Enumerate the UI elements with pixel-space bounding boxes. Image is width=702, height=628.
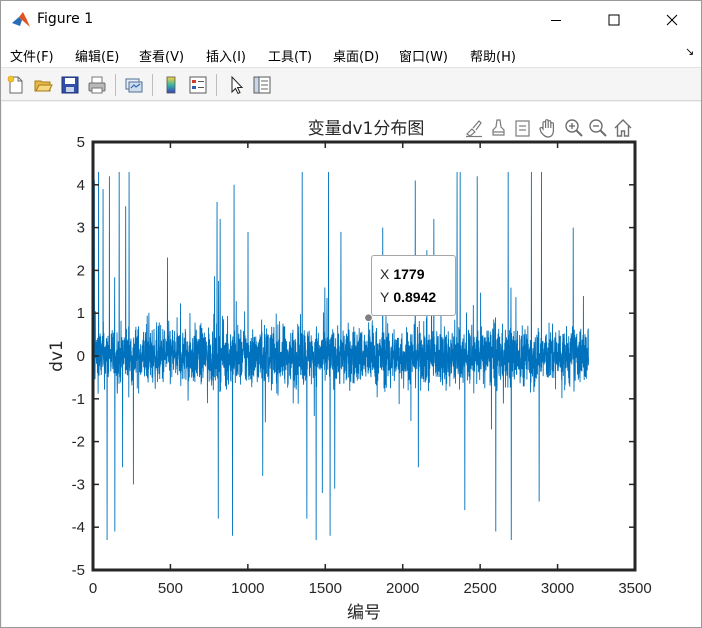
insert-colorbar-button[interactable]: [160, 74, 182, 96]
datatip-y-row: Y 0.8942: [380, 286, 455, 309]
menu-insert[interactable]: 插入(I): [206, 46, 246, 65]
axes-toolbar: [462, 116, 638, 140]
close-button[interactable]: [643, 1, 701, 39]
minimize-button[interactable]: [527, 1, 585, 39]
y-tick-label: -2: [72, 434, 85, 451]
menu-window[interactable]: 窗口(W): [399, 46, 448, 65]
toolbar-separator: [115, 74, 116, 96]
x-tick-label: 1500: [309, 580, 342, 597]
x-tick-label: 2500: [463, 580, 496, 597]
zoom-in-button[interactable]: [562, 116, 586, 140]
print-button[interactable]: [86, 74, 108, 96]
toolbar-separator: [216, 74, 217, 96]
y-tick-label: 2: [77, 262, 85, 279]
data-tips-button[interactable]: [486, 116, 510, 140]
x-axis-label: 编号: [347, 603, 381, 623]
menu-view[interactable]: 查看(V): [139, 46, 184, 65]
menu-help[interactable]: 帮助(H): [470, 46, 516, 65]
y-tick-label: -4: [72, 519, 85, 536]
y-tick-label: -5: [72, 562, 85, 579]
rotate-icon: [515, 120, 530, 137]
pan-icon: [539, 119, 554, 138]
link-plot-icon: [125, 78, 143, 93]
datatip-y-label: Y: [380, 289, 390, 305]
edit-plot-button[interactable]: [225, 74, 247, 96]
maximize-icon: [608, 14, 620, 26]
close-icon: [666, 14, 678, 26]
maximize-button[interactable]: [585, 1, 643, 39]
minimize-icon: [551, 20, 561, 21]
menu-overflow-arrow[interactable]: ↘: [685, 45, 694, 58]
plot-svg: 0 500 1000 1500 2000 2500 3000 3500 -5 -4 -3 -2 -1 0 1…: [47, 119, 652, 623]
open-file-button[interactable]: [32, 74, 54, 96]
datatip-y-value: 0.8942: [393, 289, 437, 305]
zoom-in-icon: [565, 119, 583, 137]
y-tick-label: 5: [77, 134, 85, 151]
menu-desktop[interactable]: 桌面(D): [333, 46, 379, 65]
x-tick-label: 3000: [541, 580, 574, 597]
save-button[interactable]: [59, 74, 81, 96]
datatip-x-row: X 1779: [380, 263, 455, 286]
y-tick-label: -1: [72, 391, 85, 408]
insert-legend-button[interactable]: [187, 74, 209, 96]
figure-window: Figure 1 文件(F) 编辑(E) 查看(V) 插入(I) 工具(T) 桌…: [0, 0, 702, 628]
matlab-icon: [12, 12, 30, 27]
zoom-out-icon: [589, 119, 607, 137]
save-icon: [61, 76, 79, 94]
new-figure-button[interactable]: [5, 74, 27, 96]
y-tick-label: -3: [72, 476, 85, 493]
menu-tools[interactable]: 工具(T): [268, 46, 312, 65]
x-tick-label: 500: [158, 580, 183, 597]
open-file-icon: [34, 80, 53, 92]
y-axis-label: dv1: [47, 340, 67, 372]
property-inspector-icon: [253, 76, 271, 94]
data-tips-icon: [492, 119, 505, 136]
menu-bar: 文件(F) 编辑(E) 查看(V) 插入(I) 工具(T) 桌面(D) 窗口(W…: [1, 39, 701, 67]
datatip[interactable]: X 1779 Y 0.8942: [371, 255, 456, 316]
zoom-out-button[interactable]: [586, 116, 610, 140]
y-tick-label: 3: [77, 220, 85, 237]
y-tick-label: 0: [77, 348, 85, 365]
figure-canvas: 0 500 1000 1500 2000 2500 3000 3500 -5 -4 -3 -2 -1 0 1…: [2, 102, 701, 627]
insert-legend-icon: [189, 76, 207, 94]
datatip-x-label: X: [380, 266, 390, 282]
pan-button[interactable]: [536, 116, 560, 140]
x-tick-label: 0: [89, 580, 97, 597]
x-tick-label: 1000: [231, 580, 264, 597]
restore-view-button[interactable]: [611, 116, 635, 140]
insert-colorbar-icon: [166, 76, 176, 94]
toolbar-separator: [152, 74, 153, 96]
menu-edit[interactable]: 编辑(E): [75, 46, 119, 65]
brush-icon: [466, 120, 482, 138]
window-title: Figure 1: [37, 11, 94, 27]
figure-toolbar: [1, 67, 701, 101]
rotate-button[interactable]: [510, 116, 534, 140]
new-figure-icon: [7, 75, 23, 94]
y-tick-label: 1: [77, 305, 85, 322]
datatip-x-value: 1779: [393, 266, 425, 282]
property-inspector-button[interactable]: [251, 74, 273, 96]
menu-file[interactable]: 文件(F): [10, 46, 54, 65]
link-plot-button[interactable]: [123, 74, 145, 96]
restore-view-icon: [614, 119, 632, 137]
chart-title: 变量dv1分布图: [308, 119, 425, 139]
y-tick-label: 4: [77, 177, 85, 194]
edit-plot-icon: [231, 75, 244, 95]
title-bar: Figure 1: [1, 1, 701, 39]
brush-button[interactable]: [462, 116, 486, 140]
print-icon: [88, 76, 106, 94]
x-tick-label: 3500: [618, 580, 651, 597]
x-tick-label: 2000: [386, 580, 419, 597]
